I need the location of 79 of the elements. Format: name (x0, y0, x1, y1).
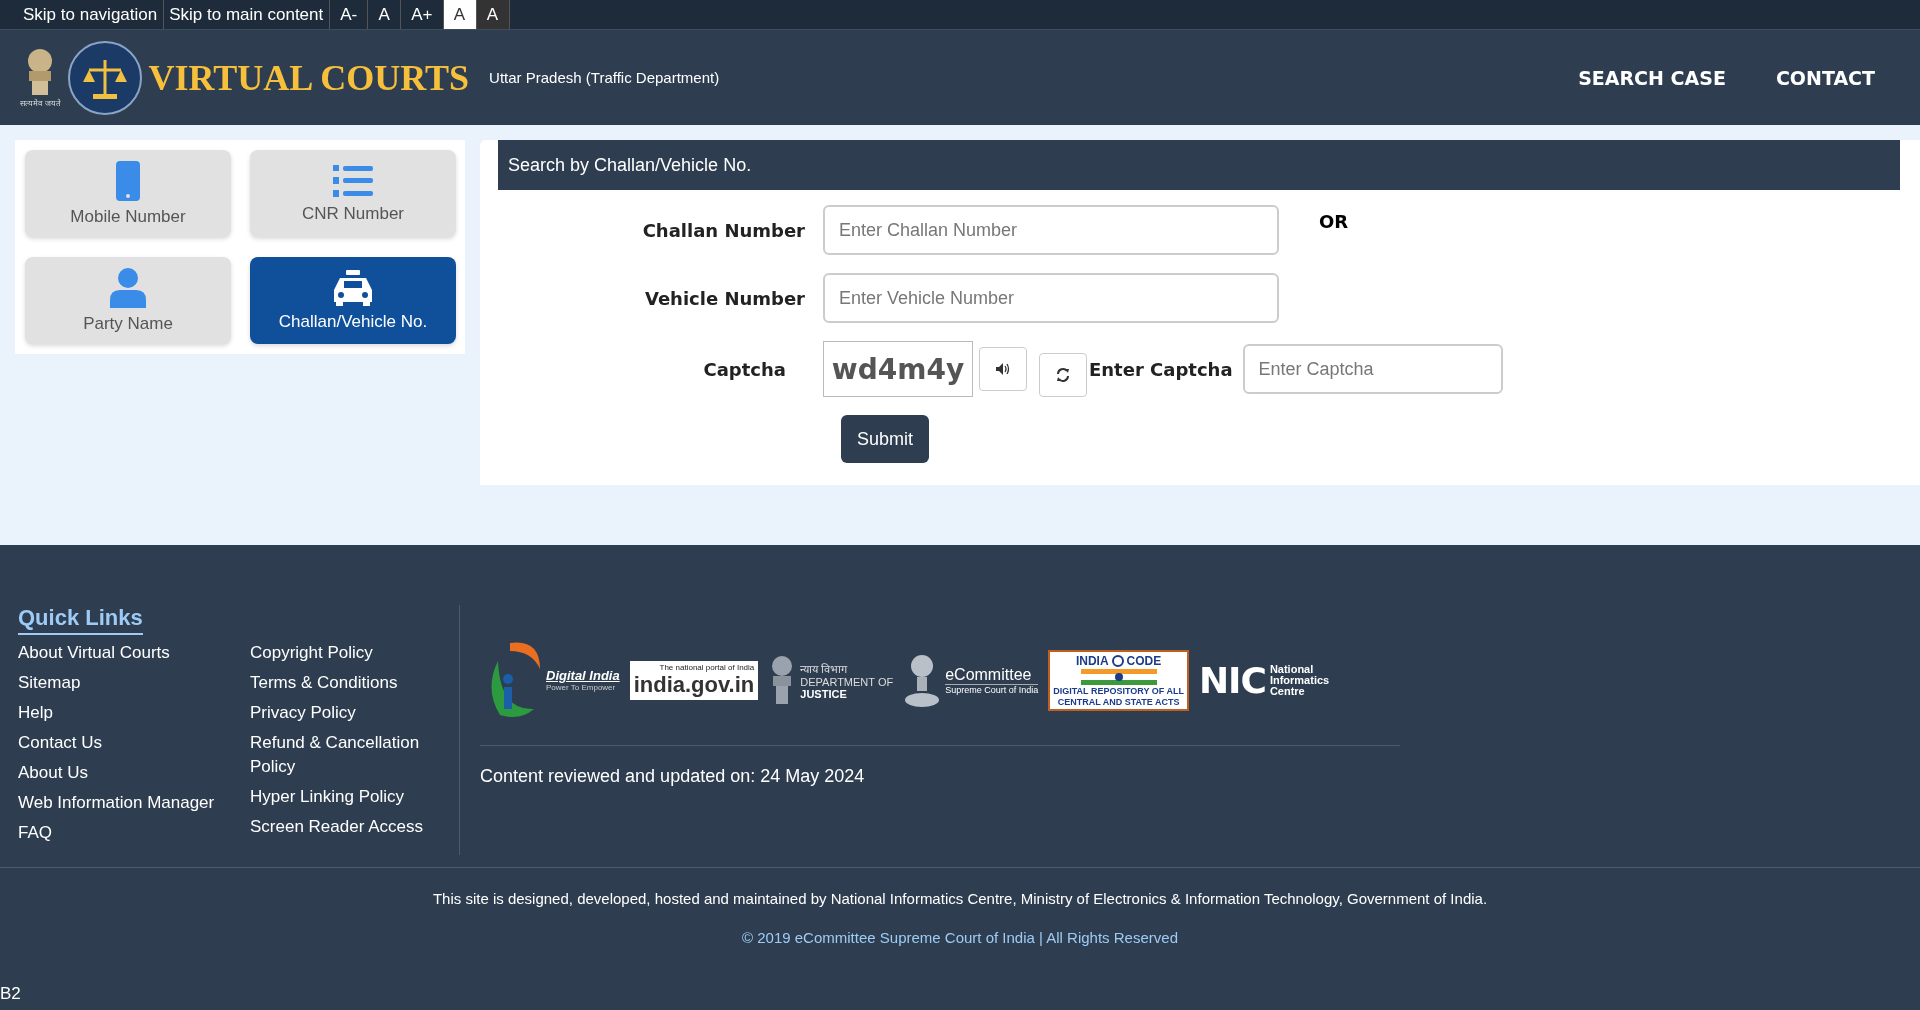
field-label: Captcha (702, 358, 787, 380)
search-option-tab[interactable]: Mobile Number (25, 150, 231, 237)
numbered-list-icon (333, 163, 373, 198)
submit-button[interactable]: Submit (841, 415, 930, 463)
scales-seal-icon (66, 39, 143, 116)
quick-links-heading: Quick Links (18, 605, 143, 635)
font-size-button[interactable]: A- (330, 0, 369, 29)
footer-link[interactable]: Terms & Conditions (250, 671, 450, 695)
footer-link[interactable]: Hyper Linking Policy (250, 785, 450, 809)
site-title: VIRTUAL COURTS (148, 56, 470, 99)
build-label: B2 (0, 984, 21, 1004)
logo-text: NIC (1198, 659, 1266, 701)
logo-text: DEPARTMENT OF (800, 675, 894, 688)
footer-link[interactable]: Privacy Policy (250, 701, 450, 725)
footer-link[interactable]: About Virtual Courts (18, 641, 250, 665)
nav-link[interactable]: CONTACT (1775, 66, 1875, 89)
footer-link[interactable]: Web Information Manager (18, 791, 250, 815)
footer-link[interactable]: Copyright Policy (250, 641, 450, 665)
captcha-image: wd4m4y (823, 341, 973, 397)
person-icon (110, 267, 146, 308)
logo-text: CENTRAL AND STATE ACTS (1057, 696, 1180, 707)
emblem-icon (903, 652, 942, 708)
search-option-tab[interactable]: Party Name (25, 257, 231, 344)
text-input-field[interactable]: Enter Vehicle Number (823, 273, 1279, 323)
footer-link[interactable]: Sitemap (18, 671, 250, 695)
ecommittee-logo[interactable]: eCommittee Supreme Court of India (903, 652, 1039, 708)
logo-text: Power To Empower (546, 683, 617, 692)
logo-text: Informatics (1269, 674, 1330, 686)
audio-captcha-button[interactable] (979, 347, 1027, 391)
skip-link[interactable]: Skip to navigation (18, 0, 165, 29)
logo-text: The national portal of India (659, 662, 755, 672)
copyright-text: © 2019 eCommittee Supreme Court of India | All Rights Reserved (741, 929, 1179, 946)
phone-icon (116, 160, 140, 201)
nav-link[interactable]: SEARCH CASE (1578, 66, 1726, 89)
taxi-icon (332, 269, 374, 306)
india-gov-logo[interactable]: The national portal of India india.gov.in (629, 660, 759, 700)
footer-link[interactable]: About Us (18, 761, 250, 785)
logo-text: india.gov.in (633, 671, 755, 698)
field-label: Vehicle Number (643, 287, 806, 309)
logo-text: Digital India (546, 668, 620, 683)
footer-link[interactable]: FAQ (18, 821, 250, 845)
emblem-caption: सत्यमेव जयते (20, 98, 61, 108)
field-label: Enter Captcha (1088, 358, 1234, 380)
footer-link[interactable]: Contact Us (18, 731, 250, 755)
text-input-field[interactable]: Enter Challan Number (823, 205, 1279, 255)
font-size-button[interactable]: A (368, 0, 402, 29)
field-label: Challan Number (641, 219, 806, 241)
captcha-input-field[interactable]: Enter Captcha (1242, 344, 1503, 394)
logo-text: CODE (1126, 653, 1162, 668)
justice-department-logo[interactable]: न्याय विभाग DEPARTMENT OF JUSTICE (768, 654, 894, 706)
logo-text: DIGITAL REPOSITORY OF ALL (1053, 685, 1184, 696)
contrast-button[interactable]: A (443, 0, 477, 29)
refresh-captcha-button[interactable] (1039, 353, 1087, 397)
footer-link[interactable]: Refund & Cancellation Policy (250, 731, 450, 779)
logo-text: Centre (1269, 685, 1306, 697)
last-updated-text: Content reviewed and updated on: 24 May 2024 (480, 766, 865, 786)
digital-india-logo[interactable]: Digital India Power To Empower (480, 639, 620, 721)
speaker-icon (996, 363, 1010, 375)
contrast-button[interactable]: A (476, 0, 510, 29)
logo-text: National (1269, 663, 1315, 675)
india-code-logo[interactable]: INDIA CODE DIGITAL REPOSITORY OF ALL CENTRAL AND STATE ACTS (1048, 649, 1189, 711)
refresh-icon (1055, 367, 1071, 383)
footer-link[interactable]: Help (18, 701, 250, 725)
font-size-button[interactable]: A+ (401, 0, 444, 29)
skip-link[interactable]: Skip to main content (164, 0, 331, 29)
search-option-tab[interactable]: CNR Number (250, 150, 456, 237)
logo-text: eCommittee (945, 665, 1033, 684)
logo-text: JUSTICE (800, 687, 848, 700)
footer-link[interactable]: Screen Reader Access (250, 815, 450, 839)
search-option-tab[interactable]: Challan/Vehicle No. (250, 257, 456, 344)
logo-text: न्याय विभाग (800, 661, 849, 676)
form-heading: Search by Challan/Vehicle No. (498, 140, 1900, 190)
logo-text: INDIA (1075, 653, 1109, 668)
or-separator: OR (1319, 211, 1349, 232)
chakra-icon (1111, 654, 1124, 667)
site-subtitle: Uttar Pradesh (Traffic Department) (489, 69, 720, 86)
credit-text: This site is designed, developed, hosted and maintained by National Informatics Centre, Ministry of Electronics & Information Technology, Government of India. (431, 890, 1489, 907)
flag-stripes-icon (1080, 668, 1157, 685)
logo-text: Supreme Court of India (945, 683, 1039, 695)
